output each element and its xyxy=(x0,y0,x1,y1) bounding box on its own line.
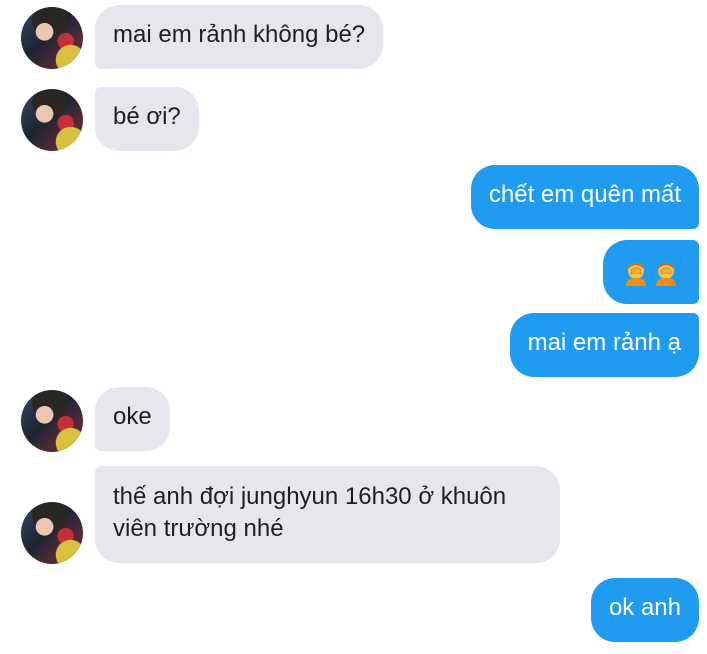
message-text: ok anh xyxy=(608,594,681,621)
message-text: mai em rảnh không bé? xyxy=(113,21,366,48)
contact-avatar[interactable] xyxy=(21,89,83,151)
outgoing-message-bubble[interactable]: ok anh xyxy=(590,578,699,642)
contact-avatar[interactable] xyxy=(21,7,83,69)
message-text: thế anh đợi junghyun 16h30 ở khuôn viên … xyxy=(113,483,507,542)
face-palm-emoji-icon xyxy=(653,260,679,286)
incoming-message-bubble[interactable]: oke xyxy=(95,387,170,451)
incoming-message-bubble[interactable]: bé ơi? xyxy=(95,87,199,151)
contact-avatar[interactable] xyxy=(21,390,83,452)
message-text: chết em quên mất xyxy=(488,181,681,208)
outgoing-emoji-bubble[interactable] xyxy=(603,240,699,304)
incoming-message-bubble[interactable]: mai em rảnh không bé? xyxy=(95,5,384,69)
message-text: oke xyxy=(113,403,152,430)
message-text: mai em rảnh ạ xyxy=(527,329,681,356)
outgoing-message-bubble[interactable]: chết em quên mất xyxy=(470,165,699,229)
incoming-message-bubble[interactable]: thế anh đợi junghyun 16h30 ở khuôn viên … xyxy=(95,466,560,563)
message-text: bé ơi? xyxy=(113,103,181,130)
face-palm-emoji-icon xyxy=(623,260,649,286)
outgoing-message-bubble[interactable]: mai em rảnh ạ xyxy=(509,313,699,377)
contact-avatar[interactable] xyxy=(21,502,83,564)
